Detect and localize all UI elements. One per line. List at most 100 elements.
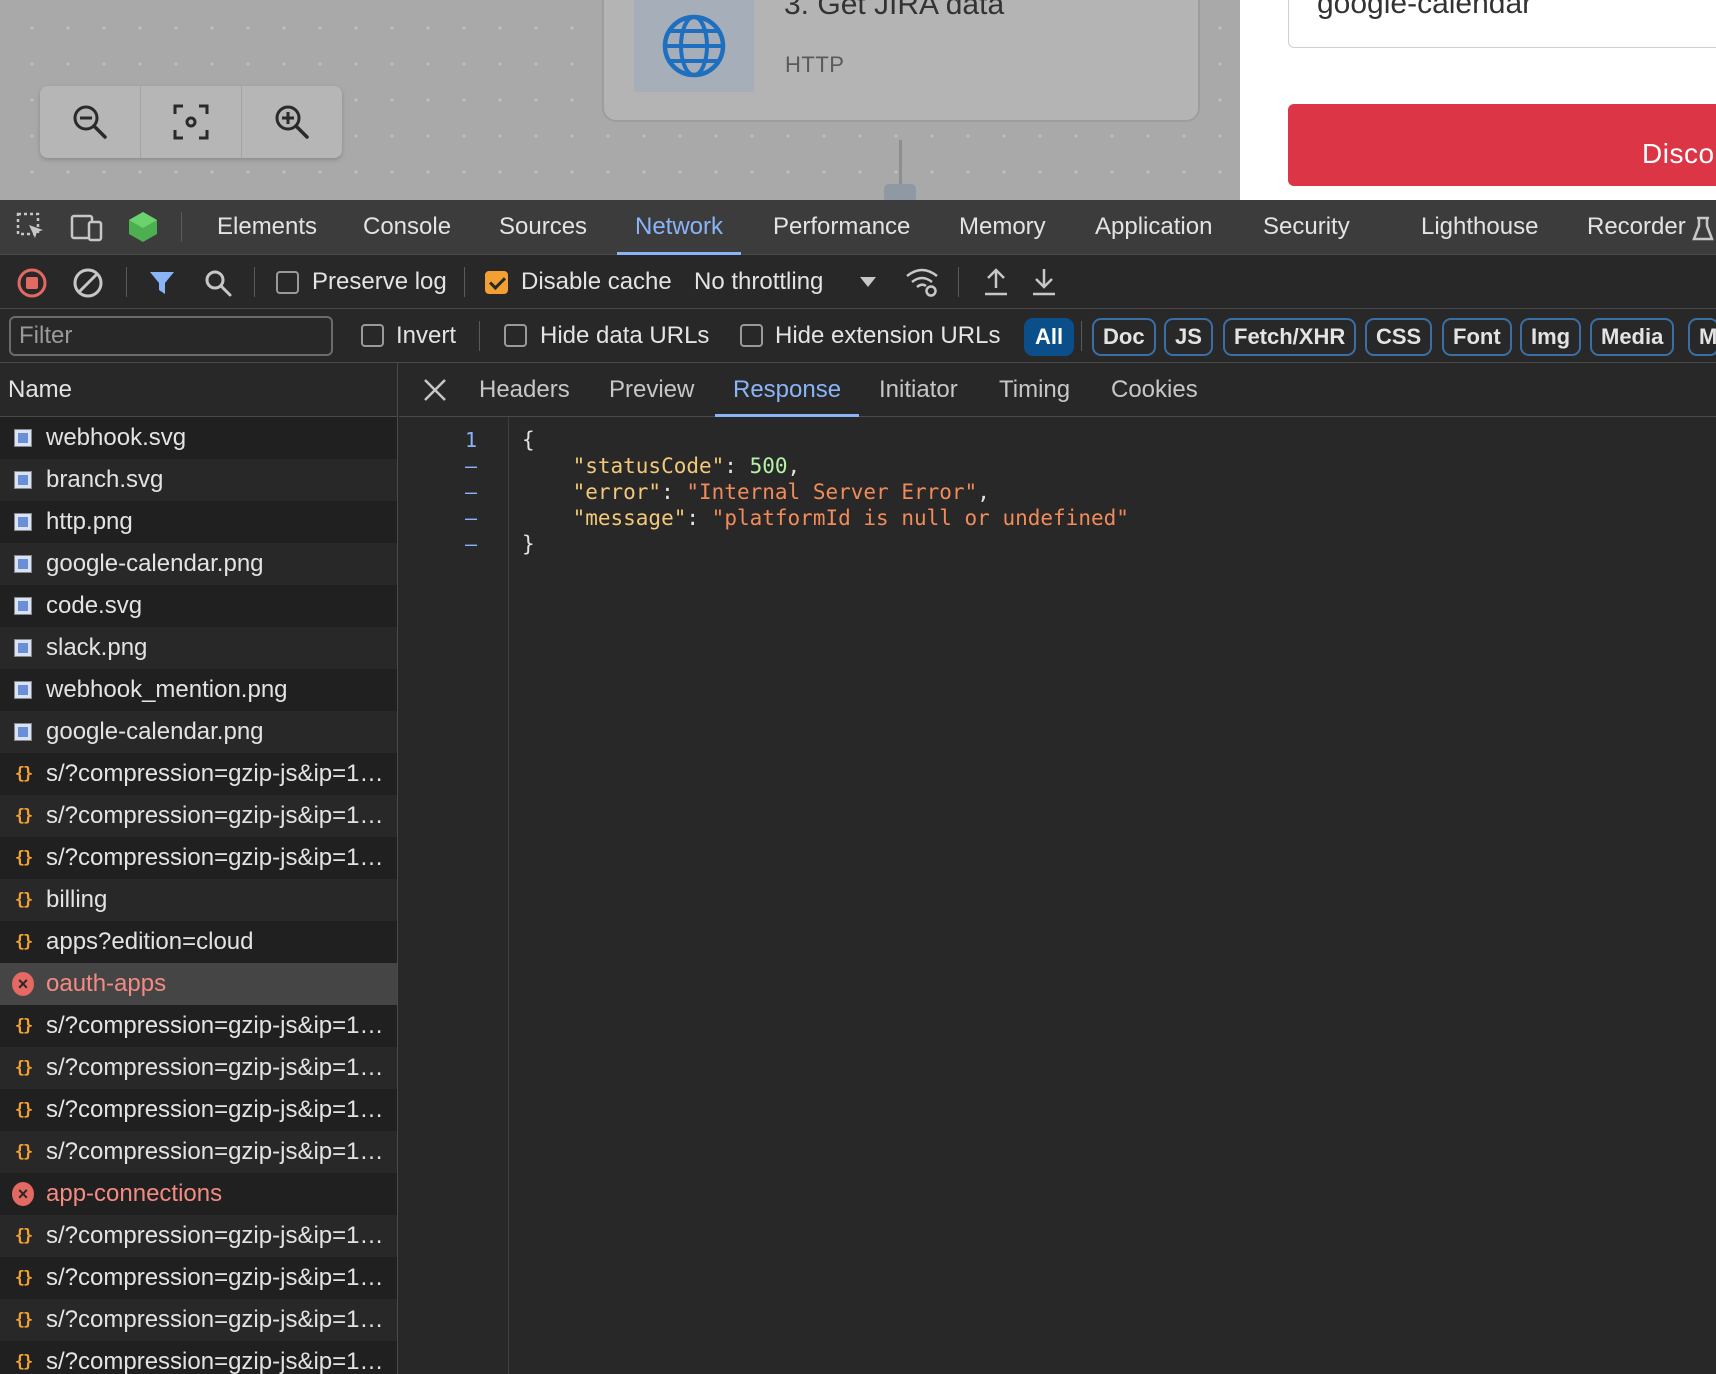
tab-headers[interactable]: Headers	[479, 363, 570, 417]
disable-cache-checkbox[interactable]	[485, 271, 508, 294]
request-row[interactable]: × app-connections	[0, 1173, 397, 1215]
workflow-node-card[interactable]: 3. Get JIRA data HTTP	[602, 0, 1200, 122]
zoom-out-button[interactable]	[40, 86, 141, 158]
filter-toggle-button[interactable]	[146, 267, 178, 299]
request-row[interactable]: {} s/?compression=gzip-js&ip=1…	[0, 753, 397, 795]
image-file-icon	[12, 637, 34, 659]
request-name: s/?compression=gzip-js&ip=1…	[46, 844, 384, 871]
hide-data-urls-checkbox[interactable]	[504, 324, 527, 347]
request-row[interactable]: {} apps?edition=cloud	[0, 921, 397, 963]
fit-view-icon	[173, 104, 209, 140]
clear-log-button[interactable]	[72, 267, 104, 299]
fit-view-button[interactable]	[141, 86, 242, 158]
tab-initiator[interactable]: Initiator	[879, 363, 958, 417]
json-punctuation-token	[522, 454, 573, 478]
invert-label[interactable]: Invert	[396, 321, 456, 351]
close-icon[interactable]	[421, 376, 449, 404]
filter-chip-media[interactable]: Media	[1590, 318, 1675, 356]
request-row[interactable]: {} s/?compression=gzip-js&ip=1…	[0, 1047, 397, 1089]
tab-console[interactable]: Console	[363, 200, 451, 255]
tab-elements[interactable]: Elements	[217, 200, 317, 255]
throttling-dropdown-arrow[interactable]	[858, 272, 878, 292]
request-row[interactable]: {} s/?compression=gzip-js&ip=1…	[0, 1005, 397, 1047]
request-row[interactable]: {} s/?compression=gzip-js&ip=1…	[0, 1341, 397, 1374]
request-row[interactable]: {} s/?compression=gzip-js&ip=1…	[0, 1089, 397, 1131]
filter-chip-img[interactable]: Img	[1520, 318, 1582, 356]
preserve-log-label[interactable]: Preserve log	[312, 267, 447, 297]
toolbar-separator	[254, 267, 255, 297]
name-column-header[interactable]: Name	[0, 363, 397, 417]
tab-memory[interactable]: Memory	[959, 200, 1046, 255]
request-row[interactable]: code.svg	[0, 585, 397, 627]
network-conditions-button[interactable]	[904, 265, 940, 299]
request-name: billing	[46, 886, 108, 913]
tab-performance[interactable]: Performance	[773, 200, 910, 255]
chevron-down-icon	[860, 277, 876, 287]
filter-chip-css[interactable]: CSS	[1365, 318, 1433, 356]
script-file-icon: {}	[14, 890, 34, 910]
request-row[interactable]: webhook.svg	[0, 417, 397, 459]
search-button[interactable]	[202, 267, 234, 299]
throttling-select[interactable]: No throttling	[694, 267, 823, 297]
import-har-button[interactable]	[980, 265, 1012, 299]
tab-application[interactable]: Application	[1095, 200, 1212, 255]
tab-lighthouse[interactable]: Lighthouse	[1421, 200, 1538, 255]
zoom-in-button[interactable]	[242, 86, 342, 158]
request-row[interactable]: webhook_mention.png	[0, 669, 397, 711]
app-search-input[interactable]: google-calendar	[1288, 0, 1716, 48]
tab-timing[interactable]: Timing	[999, 363, 1070, 417]
hide-data-urls-label[interactable]: Hide data URLs	[540, 321, 709, 351]
request-row[interactable]: google-calendar.png	[0, 711, 397, 753]
request-row[interactable]: × oauth-apps	[0, 963, 397, 1005]
request-name: google-calendar.png	[46, 718, 264, 745]
device-toggle-icon[interactable]	[70, 210, 104, 244]
discover-button[interactable]: Disco	[1288, 104, 1716, 186]
invert-checkbox[interactable]	[361, 324, 384, 347]
request-row[interactable]: http.png	[0, 501, 397, 543]
workflow-canvas[interactable]: 3. Get JIRA data HTTP	[0, 0, 1240, 200]
tab-response[interactable]: Response	[714, 363, 860, 417]
tab-sources[interactable]: Sources	[499, 200, 587, 255]
request-row[interactable]: {} s/?compression=gzip-js&ip=1…	[0, 1299, 397, 1341]
preserve-log-checkbox[interactable]	[276, 271, 299, 294]
node-connector-handle[interactable]	[884, 184, 916, 200]
json-punctuation-token: }	[522, 532, 535, 556]
tab-recorder[interactable]: Recorder	[1587, 200, 1686, 255]
script-file-icon: {}	[14, 848, 34, 868]
vue-devtools-extension-icon[interactable]	[126, 210, 160, 244]
error-icon: ×	[12, 1182, 34, 1206]
request-row[interactable]: {} s/?compression=gzip-js&ip=1…	[0, 795, 397, 837]
request-row[interactable]: slack.png	[0, 627, 397, 669]
request-row[interactable]: branch.svg	[0, 459, 397, 501]
disable-cache-label[interactable]: Disable cache	[521, 267, 672, 297]
request-name: http.png	[46, 508, 133, 535]
request-row[interactable]: {} s/?compression=gzip-js&ip=1…	[0, 1215, 397, 1257]
request-detail-panel: Headers Preview Response Initiator Timin…	[399, 363, 1716, 1374]
json-key-token: "error"	[572, 480, 662, 504]
request-row[interactable]: {} s/?compression=gzip-js&ip=1…	[0, 1257, 397, 1299]
tab-preview[interactable]: Preview	[609, 363, 694, 417]
hide-extension-urls-checkbox[interactable]	[740, 324, 763, 347]
tab-security[interactable]: Security	[1263, 200, 1350, 255]
hide-extension-urls-label[interactable]: Hide extension URLs	[775, 321, 1000, 351]
filter-chip-all[interactable]: All	[1024, 318, 1075, 356]
tab-network[interactable]: Network	[616, 200, 742, 255]
filter-chip-js[interactable]: JS	[1164, 318, 1213, 356]
filter-chip-doc[interactable]: Doc	[1092, 318, 1156, 356]
stop-recording-button[interactable]	[16, 267, 48, 299]
response-body[interactable]: 1– – – – { "statusCode": 500, "error": "Int…	[399, 417, 1716, 1374]
request-row[interactable]: {} s/?compression=gzip-js&ip=1…	[0, 837, 397, 879]
line-number: 1	[464, 428, 477, 452]
filter-chip-font[interactable]: Font	[1442, 318, 1512, 356]
filter-chip-fetch-xhr[interactable]: Fetch/XHR	[1223, 318, 1357, 356]
request-row[interactable]: google-calendar.png	[0, 543, 397, 585]
image-file-icon	[12, 679, 34, 701]
request-row[interactable]: {} s/?compression=gzip-js&ip=1…	[0, 1131, 397, 1173]
filter-input[interactable]	[9, 316, 333, 356]
json-punctuation-token: {	[522, 428, 535, 452]
tab-cookies[interactable]: Cookies	[1111, 363, 1198, 417]
export-har-button[interactable]	[1028, 265, 1060, 299]
request-row[interactable]: {} billing	[0, 879, 397, 921]
filter-chip-manifest[interactable]: M	[1688, 318, 1716, 356]
inspect-element-icon[interactable]	[14, 210, 48, 244]
